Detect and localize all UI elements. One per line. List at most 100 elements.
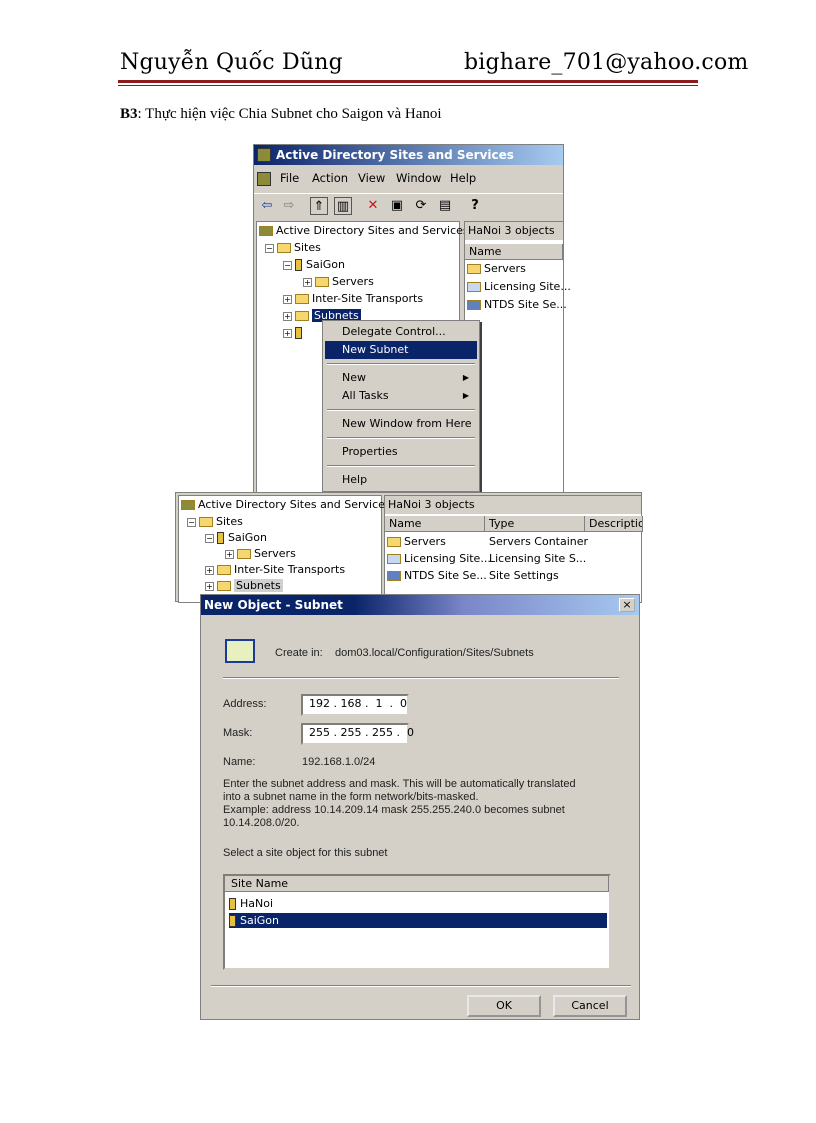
- column-type[interactable]: Type: [485, 516, 585, 532]
- collapse-icon[interactable]: −: [283, 260, 292, 270]
- expand-icon[interactable]: +: [283, 294, 292, 304]
- table-row[interactable]: NTDS Site Se...: [387, 569, 487, 582]
- close-button[interactable]: ×: [619, 598, 635, 612]
- menu-new-window[interactable]: New Window from Here: [325, 415, 477, 433]
- folder-icon: [199, 517, 213, 527]
- select-site-label: Select a site object for this subnet: [223, 847, 388, 859]
- cancel-button[interactable]: Cancel: [553, 995, 627, 1017]
- folder-icon: [295, 294, 309, 304]
- refresh-icon[interactable]: ⟳: [412, 197, 430, 215]
- list-item[interactable]: NTDS Site Se...: [467, 298, 567, 311]
- dialog-title: New Object - Subnet: [204, 598, 343, 612]
- help-text-3: Example: address 10.14.209.14 mask 255.2…: [223, 804, 565, 816]
- mask-input[interactable]: 255 . 255 . 255 . 0: [301, 723, 414, 745]
- row-type: Servers Container: [489, 535, 589, 548]
- tree-saigon[interactable]: − SaiGon: [283, 258, 345, 271]
- row-type: Site Settings: [489, 569, 559, 582]
- expand-icon[interactable]: +: [303, 277, 312, 287]
- dialog-divider: [223, 677, 619, 679]
- tree-inter-site[interactable]: + Inter-Site Transports: [283, 292, 423, 305]
- expand-icon[interactable]: +: [283, 328, 292, 338]
- dialog-titlebar: New Object - Subnet: [201, 595, 639, 615]
- tree-root[interactable]: Active Directory Sites and Services [: [181, 498, 398, 511]
- menu-window[interactable]: Window: [396, 171, 441, 185]
- tree-sites[interactable]: − Sites: [265, 241, 321, 254]
- row-type: Licensing Site S...: [489, 552, 587, 565]
- expand-icon[interactable]: +: [283, 311, 292, 321]
- menu-view[interactable]: View: [358, 171, 385, 185]
- tree-sites[interactable]: − Sites: [187, 515, 243, 528]
- site-list-item[interactable]: HaNoi: [229, 896, 607, 911]
- tree-subnets[interactable]: + Subnets: [205, 579, 283, 592]
- properties-icon[interactable]: ▣: [388, 197, 406, 215]
- menu-help[interactable]: Help: [450, 171, 476, 185]
- help-icon[interactable]: ?: [466, 197, 484, 215]
- menu-help-item[interactable]: Help: [325, 471, 477, 489]
- header-rule: [118, 80, 698, 83]
- back-arrow-icon[interactable]: ⇦: [258, 197, 276, 215]
- menu-action[interactable]: Action: [312, 171, 348, 185]
- dialog-divider: [211, 985, 631, 987]
- subnet-icon: [225, 639, 255, 663]
- create-in-path: dom03.local/Configuration/Sites/Subnets: [335, 647, 534, 659]
- ntds-settings-icon: [387, 571, 401, 581]
- menu-separator: [327, 363, 475, 365]
- menu-new[interactable]: New ▶: [325, 369, 477, 387]
- collapse-icon[interactable]: −: [187, 517, 196, 527]
- menu-delegate-control[interactable]: Delegate Control...: [325, 323, 477, 341]
- tree-inter-site[interactable]: + Inter-Site Transports: [205, 563, 345, 576]
- up-folder-icon[interactable]: ⇑: [310, 197, 328, 215]
- help-text-1: Enter the subnet address and mask. This …: [223, 778, 576, 790]
- close-icon: ×: [622, 598, 632, 611]
- details-pane-2: HaNoi 3 objects Name Type Description Se…: [384, 495, 643, 603]
- step-instruction: B3: Thực hiện việc Chia Subnet cho Saigo…: [120, 106, 442, 123]
- expand-icon[interactable]: +: [225, 549, 234, 559]
- menu-all-tasks[interactable]: All Tasks ▶: [325, 387, 477, 405]
- help-text-4: 10.14.208.0/20.: [223, 817, 300, 829]
- submenu-arrow-icon: ▶: [462, 391, 469, 400]
- tree-saigon[interactable]: − SaiGon: [205, 531, 267, 544]
- menu-file[interactable]: File: [280, 171, 299, 185]
- folder-icon: [295, 311, 309, 321]
- site-name-column[interactable]: Site Name: [225, 876, 609, 892]
- column-name[interactable]: Name: [385, 516, 485, 532]
- site-list[interactable]: Site Name HaNoi SaiGon: [223, 874, 611, 970]
- tree-servers[interactable]: + Servers: [303, 275, 374, 288]
- folder-icon: [237, 549, 251, 559]
- menu-separator: [327, 409, 475, 411]
- address-label: Address:: [223, 698, 267, 710]
- list-item[interactable]: Licensing Site...: [467, 280, 571, 293]
- header-rule-thin: [118, 85, 698, 86]
- site-icon: [295, 259, 302, 271]
- export-list-icon[interactable]: ▤: [436, 197, 454, 215]
- tree-root[interactable]: Active Directory Sites and Services [: [259, 224, 476, 237]
- expand-icon[interactable]: +: [205, 565, 214, 575]
- ad-icon: [259, 226, 273, 236]
- collapse-icon[interactable]: −: [265, 243, 274, 253]
- address-input[interactable]: 192 . 168 . 1 . 0: [301, 694, 409, 716]
- column-description[interactable]: Description: [585, 516, 643, 532]
- list-item[interactable]: Servers: [467, 262, 526, 275]
- column-name[interactable]: Name: [465, 244, 563, 260]
- tree-servers[interactable]: + Servers: [225, 547, 296, 560]
- site-icon: [229, 898, 236, 910]
- tree-hanoi[interactable]: +: [283, 326, 306, 339]
- table-row[interactable]: Servers: [387, 535, 446, 548]
- collapse-icon[interactable]: −: [205, 533, 214, 543]
- expand-icon[interactable]: +: [205, 581, 214, 591]
- folder-icon: [277, 243, 291, 253]
- toolbar: ⇦ ⇨ ⇑ ▥ ✕ ▣ ⟳ ▤ ?: [254, 193, 563, 217]
- window-title: Active Directory Sites and Services: [276, 148, 514, 162]
- delete-icon[interactable]: ✕: [364, 197, 382, 215]
- show-tree-icon[interactable]: ▥: [334, 197, 352, 215]
- table-row[interactable]: Licensing Site...: [387, 552, 491, 565]
- site-list-item-selected[interactable]: SaiGon: [229, 913, 607, 928]
- author-name: Nguyễn Quốc Dũng: [120, 50, 343, 75]
- menu-properties[interactable]: Properties: [325, 443, 477, 461]
- site-icon: [217, 532, 224, 544]
- menu-new-subnet[interactable]: New Subnet: [325, 341, 477, 359]
- forward-arrow-icon[interactable]: ⇨: [280, 197, 298, 215]
- ok-button[interactable]: OK: [467, 995, 541, 1017]
- folder-icon: [315, 277, 329, 287]
- tree-pane-2: Active Directory Sites and Services [ − S…: [178, 495, 398, 603]
